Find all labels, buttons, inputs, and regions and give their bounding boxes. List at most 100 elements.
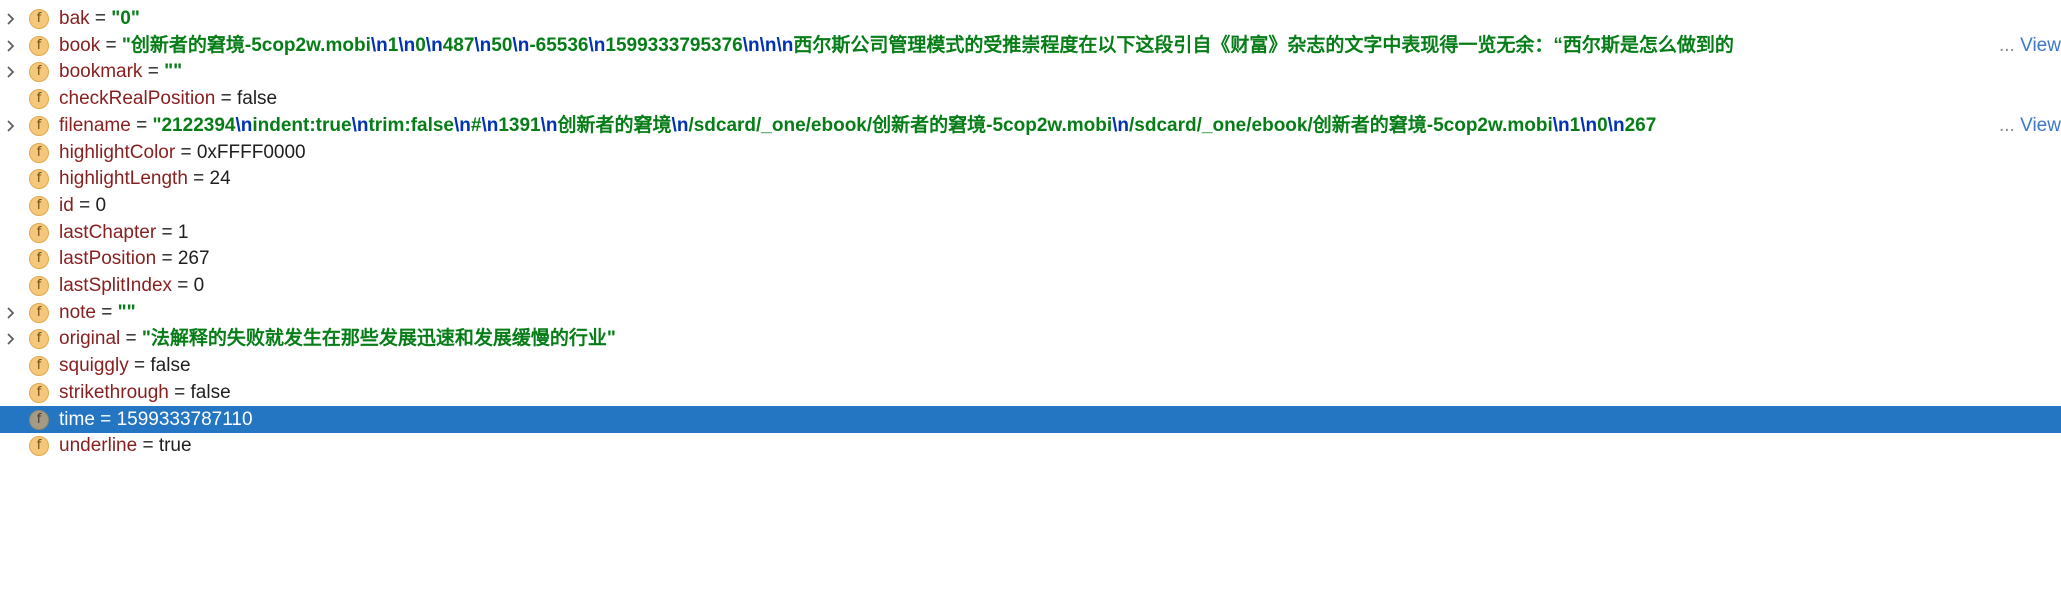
field-value: 267 — [177, 248, 210, 269]
variable-row-time[interactable]: f time = 1599333787110 — [0, 406, 2061, 433]
variable-line: lastPosition = 267 — [59, 245, 1999, 272]
escape-sequence: \n — [454, 115, 471, 136]
field-name: lastPosition — [59, 248, 157, 269]
variable-row-lastPosition[interactable]: f lastPosition = 267 — [0, 245, 2061, 272]
field-name: original — [59, 328, 121, 349]
field-icon: f — [29, 62, 49, 82]
string-value: "0" — [111, 8, 140, 29]
string-value: # — [470, 115, 482, 136]
field-name: underline — [59, 435, 138, 456]
escape-sequence: \n — [474, 35, 492, 56]
variable-row-lastSplitIndex[interactable]: f lastSplitIndex = 0 — [0, 272, 2061, 299]
string-value: 1 — [387, 35, 399, 56]
field-value: 24 — [209, 168, 231, 189]
expand-chevron-icon[interactable] — [4, 12, 18, 26]
field-icon: f — [29, 9, 49, 29]
string-value: 1391 — [498, 115, 541, 136]
variable-row-bookmark[interactable]: f bookmark = "" — [0, 58, 2061, 85]
field-icon: f — [29, 89, 49, 109]
variable-line: underline = true — [59, 432, 1999, 459]
variable-row-original[interactable]: f original = "法解释的失败就发生在那些发展迅速和发展缓慢的行业" — [0, 325, 2061, 352]
string-value: 西尔斯公司管理模式的受推崇程度在以下这段引自《财富》杂志的文字中表现得一览无余：… — [793, 35, 1734, 56]
escape-sequence: \n — [1552, 115, 1570, 136]
escape-sequence: \n — [512, 35, 530, 56]
equals-sign: = — [100, 35, 122, 56]
field-name: bookmark — [59, 61, 143, 82]
variable-line: bak = "0" — [59, 5, 1999, 32]
equals-sign: = — [137, 435, 159, 456]
expand-chevron-icon[interactable] — [4, 306, 18, 320]
equals-sign: = — [142, 61, 165, 82]
expand-chevron-icon[interactable] — [4, 119, 18, 133]
variable-row-squiggly[interactable]: f squiggly = false — [0, 352, 2061, 379]
string-value: 267 — [1624, 115, 1657, 136]
escape-sequence: \n — [370, 35, 388, 56]
field-value: 0xFFFF0000 — [196, 142, 306, 163]
field-icon: f — [29, 436, 49, 456]
string-value: 1 — [1569, 115, 1581, 136]
variable-line: lastSplitIndex = 0 — [59, 272, 1999, 299]
expand-chevron-icon[interactable] — [4, 65, 18, 79]
variable-line: book = "创新者的窘境-5cop2w.mobi\n1\n0\n487\n5… — [59, 32, 1999, 59]
field-icon: f — [29, 223, 49, 243]
string-value: 创新者的窘境 — [557, 115, 672, 136]
field-value: false — [190, 382, 231, 403]
view-link-label[interactable]: View — [2015, 115, 2061, 136]
equals-sign: = — [94, 409, 117, 430]
field-icon: f — [29, 36, 49, 56]
variable-row-bak[interactable]: f bak = "0" — [0, 5, 2061, 32]
string-value: trim:false — [368, 115, 454, 136]
field-icon: f — [29, 196, 49, 216]
collapse-arrow-icon — [355, 0, 367, 1]
variable-row-note[interactable]: f note = "" — [0, 299, 2061, 326]
string-value: "创新者的窘境-5cop2w.mobi — [121, 35, 371, 56]
equals-sign: = — [187, 168, 210, 189]
variable-row-highlightLength[interactable]: f highlightLength = 24 — [0, 165, 2061, 192]
equals-sign: = — [95, 302, 118, 323]
field-icon: f — [29, 383, 49, 403]
string-value: "2122394 — [152, 115, 236, 136]
variable-row-strikethrough[interactable]: f strikethrough = false — [0, 379, 2061, 406]
variable-row-book[interactable]: f book = "创新者的窘境-5cop2w.mobi\n1\n0\n487\n… — [0, 32, 2061, 59]
variable-line: squiggly = false — [59, 352, 1999, 379]
view-link-label[interactable]: View — [2015, 35, 2061, 56]
variable-line: lastChapter = 1 — [59, 219, 1999, 246]
field-value: false — [236, 88, 278, 109]
field-name: id — [59, 195, 74, 216]
string-value: 1599333795376 — [605, 35, 743, 56]
variable-line: original = "法解释的失败就发生在那些发展迅速和发展缓慢的行业" — [59, 325, 1999, 352]
variable-line: highlightLength = 24 — [59, 165, 1999, 192]
ellipsis: ... — [1999, 35, 2015, 56]
string-value: 50 — [491, 35, 513, 56]
field-name: lastChapter — [59, 222, 157, 243]
variable-row-lastChapter[interactable]: f lastChapter = 1 — [0, 219, 2061, 246]
equals-sign: = — [215, 88, 237, 109]
field-value: false — [150, 355, 191, 376]
escape-sequence: \n — [1580, 115, 1598, 136]
field-icon: f — [29, 116, 49, 136]
field-name: note — [59, 302, 96, 323]
escape-sequence: \n — [540, 115, 558, 136]
expand-chevron-icon[interactable] — [4, 332, 18, 346]
equals-sign: = — [175, 142, 197, 163]
variable-row-underline[interactable]: f underline = true — [0, 432, 2061, 459]
variable-row-id[interactable]: f id = 0 — [0, 192, 2061, 219]
field-name: bak — [59, 8, 90, 29]
expand-chevron-icon[interactable] — [4, 39, 18, 53]
field-icon: f — [29, 276, 49, 296]
escape-sequence: \n — [1112, 115, 1130, 136]
equals-sign: = — [168, 382, 191, 403]
equals-sign: = — [156, 222, 178, 243]
equals-sign: = — [120, 328, 142, 349]
field-name: highlightColor — [59, 142, 176, 163]
variable-row-filename[interactable]: f filename = "2122394\nindent:true\ntrim:… — [0, 112, 2061, 139]
variable-row-highlightColor[interactable]: f highlightColor = 0xFFFF0000 — [0, 139, 2061, 166]
string-value: "" — [117, 302, 136, 323]
field-name: checkRealPosition — [59, 88, 216, 109]
view-link[interactable]: ... View — [1997, 32, 2061, 59]
field-name: squiggly — [59, 355, 129, 376]
view-link[interactable]: ... View — [1997, 112, 2061, 139]
string-value: "法解释的失败就发生在那些发展迅速和发展缓慢的行业" — [141, 328, 616, 349]
variable-row-checkRealPosition[interactable]: f checkRealPosition = false — [0, 85, 2061, 112]
escape-sequence: \n — [425, 35, 443, 56]
